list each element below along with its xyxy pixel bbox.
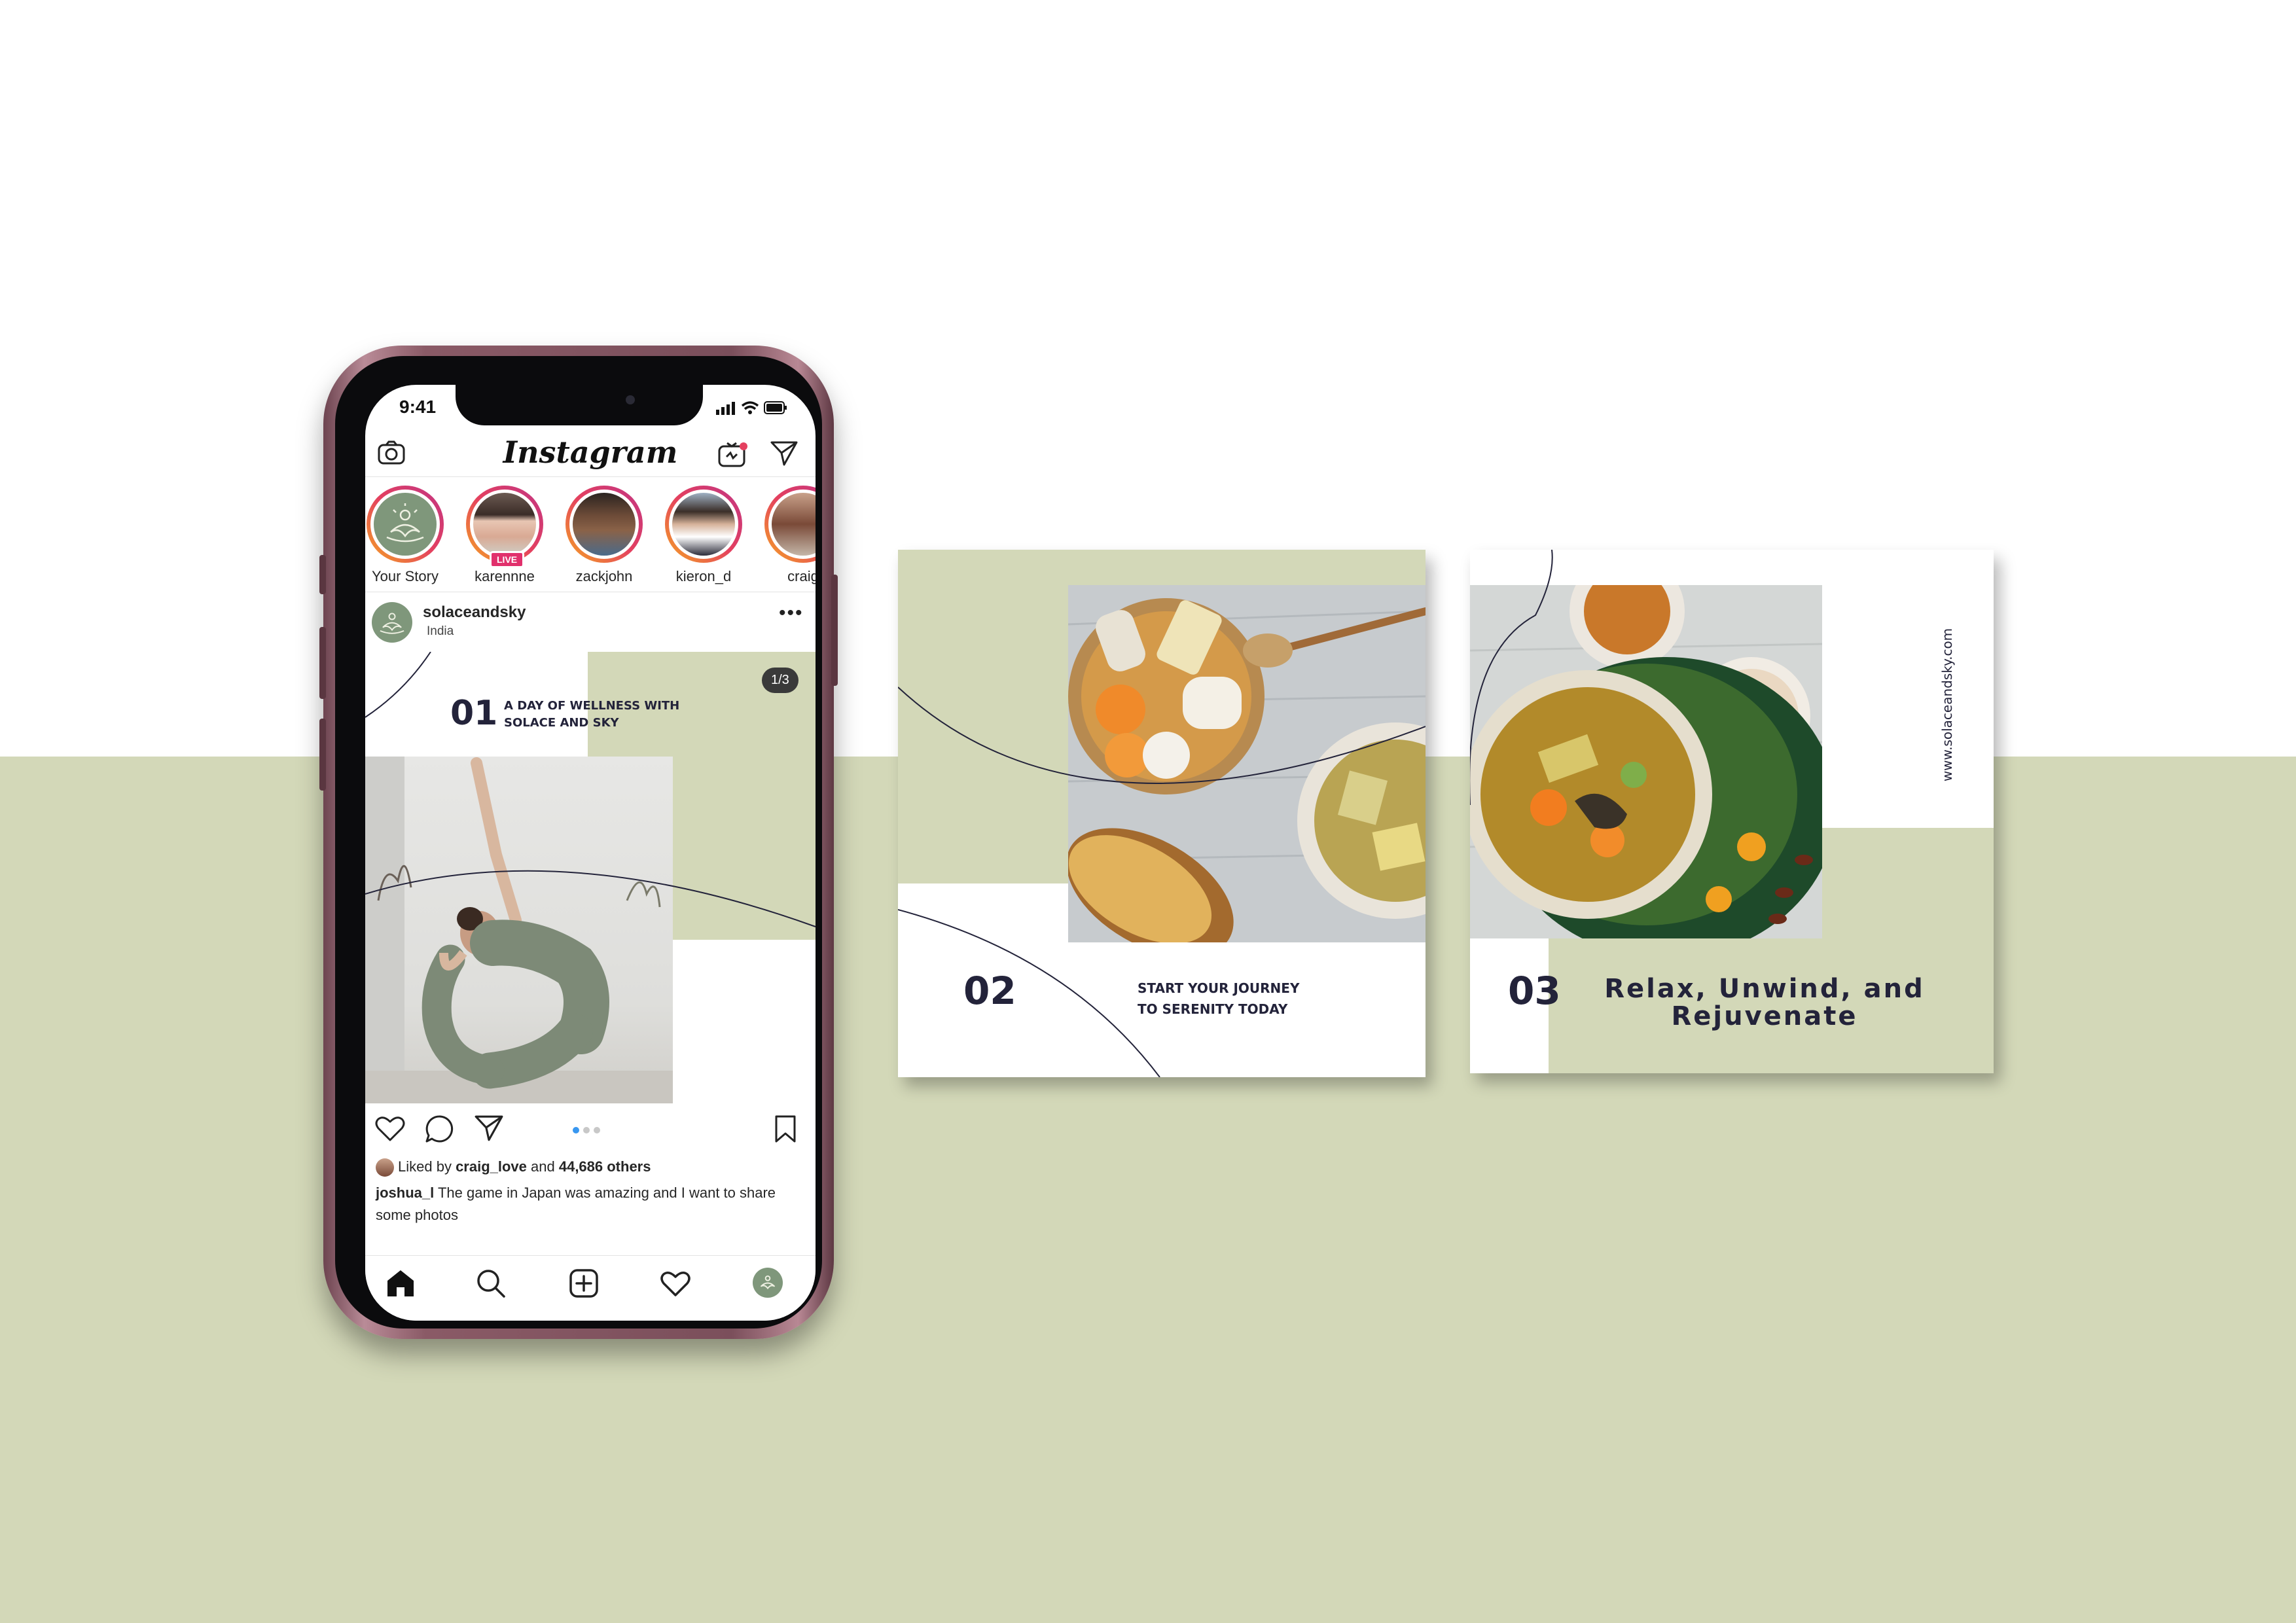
story-label: kieron_d <box>675 568 732 584</box>
likes-mid: and <box>526 1158 559 1175</box>
bookmark-icon[interactable] <box>772 1114 798 1147</box>
profile-icon[interactable] <box>753 1268 783 1298</box>
slide-title-line1: A DAY OF WELLNESS WITH <box>504 699 680 713</box>
card-title-line1: Relax, Unwind, and <box>1604 974 1925 1004</box>
story-label: Your Story <box>372 568 439 584</box>
share-icon[interactable] <box>474 1114 504 1146</box>
phone-volume-up <box>319 627 326 699</box>
card-number: 02 <box>963 969 1016 1013</box>
card-title: Relax, Unwind, and Rejuvenate <box>1581 975 1948 1030</box>
caption-text: The game in Japan was amazing and I want… <box>376 1185 776 1223</box>
front-camera <box>626 395 635 404</box>
like-heart-icon[interactable] <box>374 1114 406 1146</box>
phone-bezel: 9:41 Instagram Your Story LIVE karennne … <box>335 356 822 1329</box>
story-ring: LIVE <box>466 486 543 568</box>
avatar <box>573 493 636 556</box>
likes-count[interactable]: 44,686 others <box>559 1158 651 1175</box>
story-label: karennne <box>475 568 535 584</box>
more-options-icon[interactable]: ••• <box>779 602 804 624</box>
card-title-line1: START YOUR JOURNEY <box>1138 980 1300 996</box>
phone-notch <box>456 385 703 425</box>
story-your-story[interactable]: Your Story <box>365 486 448 585</box>
avatar <box>473 493 536 556</box>
stories-tray: Your Story LIVE karennne zackjohn kieron… <box>365 480 816 592</box>
carousel-card-03: 03 Relax, Unwind, and Rejuvenate www.sol… <box>1470 550 1994 1073</box>
likes-prefix: Liked by <box>398 1158 456 1175</box>
post-avatar[interactable] <box>372 602 412 643</box>
search-icon[interactable] <box>475 1268 507 1302</box>
card-title-line2: Rejuvenate <box>1671 1001 1858 1031</box>
story-karennne[interactable]: LIVE karennne <box>462 486 547 585</box>
story-ring <box>565 486 643 563</box>
status-icons <box>716 401 787 415</box>
phone-mute-switch <box>319 555 326 594</box>
igtv-icon[interactable] <box>717 440 750 472</box>
carousel-counter: 1/3 <box>762 668 798 693</box>
post-actions-bar <box>365 1106 816 1152</box>
card-number: 03 <box>1508 969 1561 1013</box>
phone-screen: 9:41 Instagram Your Story LIVE karennne … <box>365 385 816 1321</box>
story-craig[interactable]: craig <box>761 486 816 585</box>
story-kieron-d[interactable]: kieron_d <box>661 486 746 585</box>
phone-volume-down <box>319 719 326 791</box>
slide-number: 01 <box>450 694 498 733</box>
avatar <box>672 493 735 556</box>
add-post-icon[interactable] <box>568 1268 600 1302</box>
bottom-tab-bar <box>365 1255 816 1321</box>
card-title: START YOUR JOURNEY TO SERENITY TODAY <box>1138 978 1299 1020</box>
liker-avatar[interactable] <box>376 1158 394 1177</box>
direct-message-icon[interactable] <box>770 440 798 471</box>
home-icon[interactable] <box>385 1268 416 1301</box>
post-caption: joshua_l The game in Japan was amazing a… <box>376 1182 808 1226</box>
post-location[interactable]: India <box>427 624 454 639</box>
slide-title-line2: SOLACE AND SKY <box>504 716 619 730</box>
activity-heart-icon[interactable] <box>660 1269 691 1301</box>
story-zackjohn[interactable]: zackjohn <box>562 486 647 585</box>
phone-power-button <box>831 575 838 686</box>
card-title-line2: TO SERENITY TODAY <box>1138 1001 1288 1017</box>
story-ring <box>367 486 444 563</box>
website-label: www.solaceandsky.com <box>1939 628 1955 782</box>
story-ring <box>764 486 816 563</box>
liked-by-user[interactable]: craig_love <box>456 1158 527 1175</box>
avatar <box>772 493 816 556</box>
comment-icon[interactable] <box>424 1114 454 1147</box>
phone-mockup: 9:41 Instagram Your Story LIVE karennne … <box>319 346 838 1339</box>
caption-username[interactable]: joshua_l <box>376 1185 434 1201</box>
instagram-header: Instagram <box>365 431 816 477</box>
story-label: craig <box>787 568 816 584</box>
status-time: 9:41 <box>399 397 437 417</box>
post-carousel-image[interactable]: 01 A DAY OF WELLNESS WITH SOLACE AND SKY… <box>365 652 816 1103</box>
slide-title: A DAY OF WELLNESS WITH SOLACE AND SKY <box>504 698 679 732</box>
post-username[interactable]: solaceandsky <box>423 603 526 622</box>
carousel-card-02: 02 START YOUR JOURNEY TO SERENITY TODAY <box>898 550 1426 1077</box>
likes-line: Liked by craig_love and 44,686 others <box>376 1158 651 1177</box>
website-wrapper: www.solaceandsky.com <box>1938 615 1958 798</box>
carousel-dots <box>571 1126 610 1138</box>
story-ring <box>665 486 742 563</box>
story-label: zackjohn <box>575 568 633 584</box>
live-badge: LIVE <box>490 551 525 568</box>
solaceandsky-logo-avatar <box>374 493 437 556</box>
post-header: solaceandsky India ••• <box>365 594 816 651</box>
